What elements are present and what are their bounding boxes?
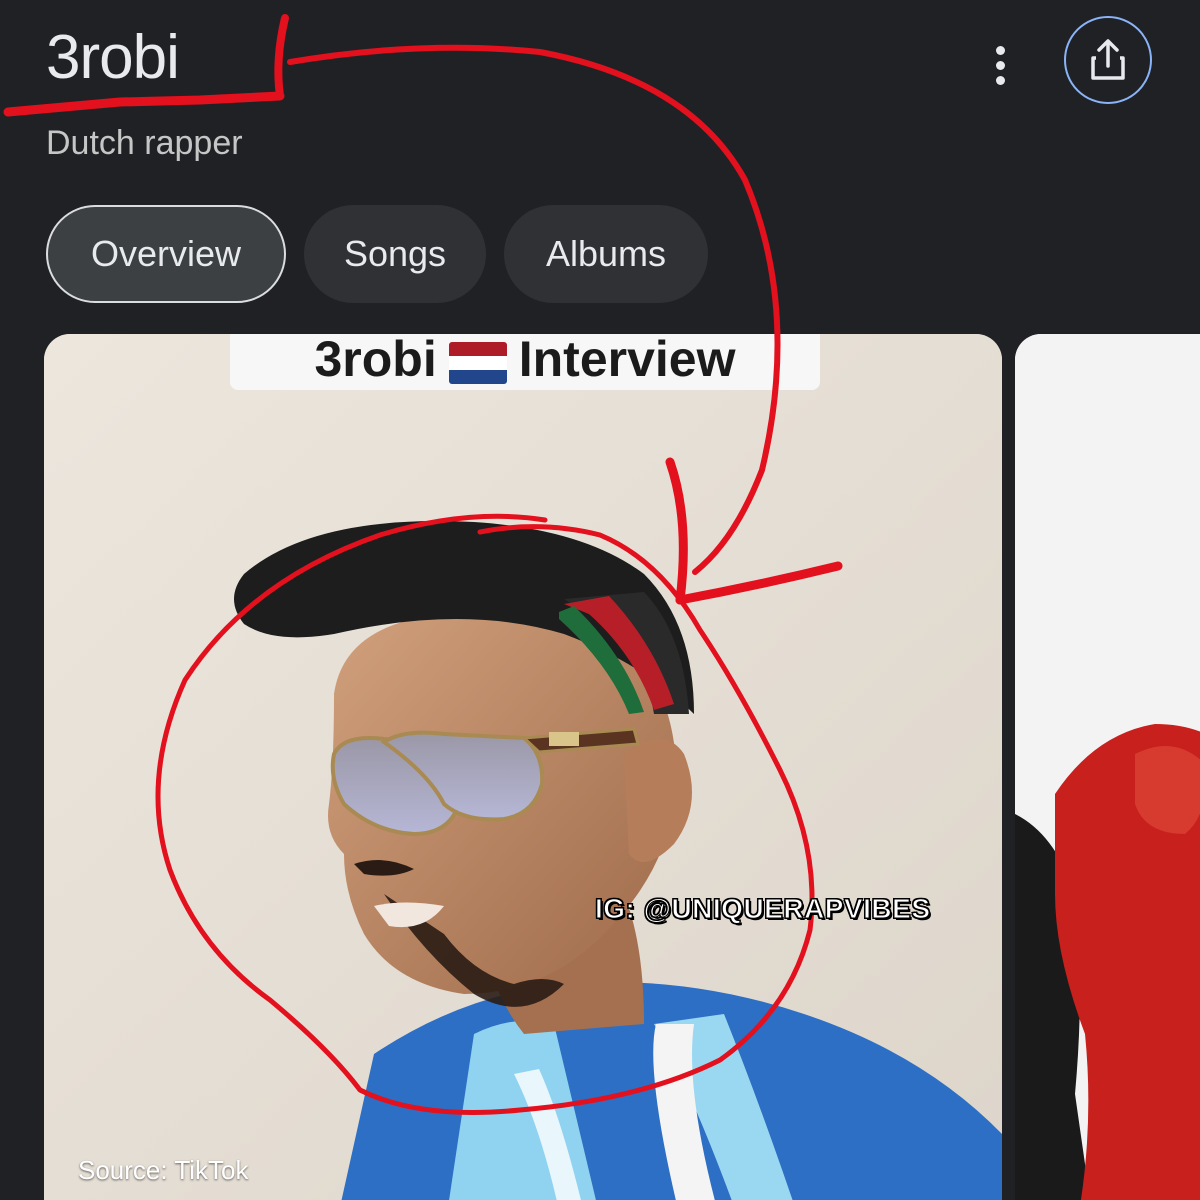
more-options-button[interactable] <box>980 40 1020 90</box>
instagram-watermark: IG: @UNIQUERAPVIBES <box>595 893 931 925</box>
caption-suffix: Interview <box>518 334 736 387</box>
tab-overview[interactable]: Overview <box>46 205 286 303</box>
share-icon <box>1091 39 1125 80</box>
entity-title: 3robi <box>46 23 180 92</box>
netherlands-flag-icon <box>448 342 507 384</box>
image-source-label: Source: TikTok <box>78 1155 249 1185</box>
tab-albums[interactable]: Albums <box>504 205 708 303</box>
knowledge-panel: 3robi Dutch rapper Overview Songs Albums <box>0 0 1200 1200</box>
image-card-secondary[interactable] <box>1015 334 1200 1200</box>
title-underline-hook <box>274 14 289 100</box>
share-button[interactable] <box>1064 16 1152 104</box>
more-vert-icon <box>995 45 1005 55</box>
title-underline <box>3 91 285 117</box>
video-caption: 3robi Interview <box>230 334 820 390</box>
image-card-main[interactable]: 3robi Interview Source: TikTok <box>44 334 1002 1200</box>
entity-subtitle: Dutch rapper <box>46 124 243 162</box>
tab-bar: Overview Songs Albums <box>46 205 708 303</box>
person-photo <box>44 334 1002 1200</box>
secondary-photo <box>1015 334 1200 1200</box>
caption-name: 3robi <box>314 334 437 387</box>
tab-songs[interactable]: Songs <box>304 205 486 303</box>
